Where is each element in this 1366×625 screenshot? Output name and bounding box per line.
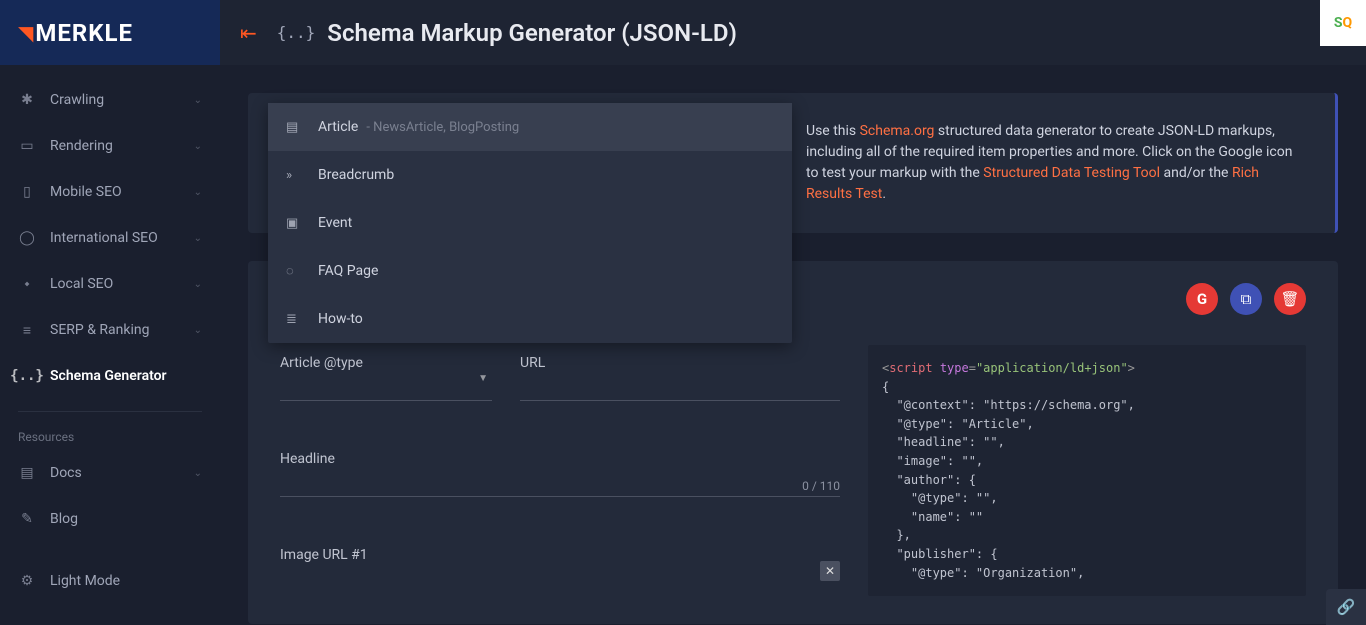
- nav-label: Crawling: [50, 92, 104, 108]
- braces-icon: {..}: [277, 23, 316, 42]
- field-label: Image URL #1: [280, 547, 840, 569]
- chevron-down-icon: ▼: [478, 373, 488, 384]
- mobile-icon: ▯: [18, 183, 36, 201]
- pencil-icon: ✎: [18, 510, 36, 528]
- sidebar-item-international-seo[interactable]: ◯ International SEO ⌄: [0, 215, 220, 261]
- nav-label: Mobile SEO: [50, 184, 122, 200]
- field-label: Article @type: [280, 355, 492, 377]
- sidebar-item-rendering[interactable]: ▭ Rendering ⌄: [0, 123, 220, 169]
- field-label: Headline: [280, 451, 840, 473]
- link-badge[interactable]: 🔗: [1326, 589, 1366, 625]
- docs-icon: ▤: [18, 464, 36, 482]
- sdtt-link[interactable]: Structured Data Testing Tool: [983, 165, 1160, 181]
- option-label: Event: [318, 215, 352, 231]
- list-icon: ≡: [18, 321, 36, 339]
- globe-icon: ◯: [18, 229, 36, 247]
- nav-label: Local SEO: [50, 276, 113, 292]
- resources-header: Resources: [0, 424, 220, 450]
- chevron-down-icon: ⌄: [194, 187, 202, 198]
- sidebar: ◥ MERKLE ✱ Crawling ⌄ ▭ Rendering ⌄ ▯ Mo…: [0, 0, 220, 625]
- headline-field[interactable]: Headline 0 / 110: [280, 451, 840, 497]
- dropdown-option-article[interactable]: ▤ Article - NewsArticle, BlogPosting: [268, 103, 792, 151]
- calendar-icon: ▣: [286, 216, 304, 231]
- sq-badge[interactable]: SQ: [1320, 0, 1366, 46]
- main-content: Which Schema.org markup would you like t…: [220, 65, 1366, 625]
- google-test-button[interactable]: G: [1186, 283, 1218, 315]
- delete-button[interactable]: 🗑: [1274, 283, 1306, 315]
- select-input[interactable]: [280, 377, 492, 401]
- chevron-down-icon: ⌄: [194, 95, 202, 106]
- bug-icon: ✱: [18, 91, 36, 109]
- chevron-down-icon: ⌄: [194, 233, 202, 244]
- collapse-sidebar-button[interactable]: ⇤: [240, 21, 257, 45]
- logo[interactable]: ◥ MERKLE: [0, 0, 220, 65]
- copy-button[interactable]: ⧉: [1230, 283, 1262, 315]
- option-sublabel: - NewsArticle, BlogPosting: [366, 120, 519, 135]
- article-type-field[interactable]: Article @type ▼: [280, 355, 492, 401]
- dropdown-option-event[interactable]: ▣ Event: [268, 199, 792, 247]
- sidebar-item-local-seo[interactable]: ⬩ Local SEO ⌄: [0, 261, 220, 307]
- nav-label: Light Mode: [50, 573, 120, 589]
- option-label: Breadcrumb: [318, 167, 394, 183]
- pin-icon: ⬩: [18, 275, 36, 293]
- url-field[interactable]: URL: [520, 355, 840, 401]
- logo-accent-icon: ◥: [18, 21, 33, 45]
- monitor-icon: ▭: [18, 137, 36, 155]
- sidebar-item-crawling[interactable]: ✱ Crawling ⌄: [0, 77, 220, 123]
- chevron-down-icon: ⌄: [194, 141, 202, 152]
- nav-label: International SEO: [50, 230, 158, 246]
- dropdown-option-breadcrumb[interactable]: » Breadcrumb: [268, 151, 792, 199]
- article-icon: ▤: [286, 120, 304, 135]
- dropdown-option-faq[interactable]: ◌ FAQ Page: [268, 247, 792, 295]
- sidebar-item-serp-ranking[interactable]: ≡ SERP & Ranking ⌄: [0, 307, 220, 353]
- schema-type-dropdown: ▤ Article - NewsArticle, BlogPosting » B…: [268, 103, 792, 343]
- page-title: Schema Markup Generator (JSON-LD): [327, 19, 737, 47]
- dropdown-option-howto[interactable]: ≣ How-to: [268, 295, 792, 343]
- breadcrumb-icon: »: [286, 168, 304, 183]
- header: ⇤ {..} Schema Markup Generator (JSON-LD): [220, 0, 1366, 65]
- output-actions: G ⧉ 🗑: [1186, 283, 1306, 315]
- nav-divider: [18, 411, 202, 412]
- logo-text: MERKLE: [35, 19, 133, 47]
- sidebar-item-mobile-seo[interactable]: ▯ Mobile SEO ⌄: [0, 169, 220, 215]
- intro-description: Use this Schema.org structured data gene…: [790, 121, 1303, 205]
- remove-field-button[interactable]: ✕: [820, 561, 840, 581]
- braces-icon: {..}: [18, 367, 36, 385]
- text-input[interactable]: [520, 377, 840, 401]
- nav: ✱ Crawling ⌄ ▭ Rendering ⌄ ▯ Mobile SEO …: [0, 65, 220, 604]
- list-icon: ≣: [286, 312, 304, 327]
- gear-icon: ⚙: [18, 572, 36, 590]
- schema-org-link[interactable]: Schema.org: [860, 123, 935, 139]
- option-label: Article: [318, 119, 358, 135]
- sidebar-item-docs[interactable]: ▤ Docs ⌄: [0, 450, 220, 496]
- nav-label: Schema Generator: [50, 368, 167, 384]
- nav-label: SERP & Ranking: [50, 322, 149, 338]
- code-output-area: G ⧉ 🗑 <script type="application/ld+json"…: [840, 289, 1306, 596]
- chevron-down-icon: ⌄: [194, 279, 202, 290]
- intro-panel: Which Schema.org markup would you like t…: [248, 93, 1338, 233]
- image-url-field[interactable]: Image URL #1 ✕: [280, 547, 840, 569]
- text-input[interactable]: [280, 473, 840, 497]
- nav-label: Docs: [50, 465, 82, 481]
- sidebar-item-schema-generator[interactable]: {..} Schema Generator: [0, 353, 220, 399]
- sidebar-item-blog[interactable]: ✎ Blog: [0, 496, 220, 542]
- option-label: FAQ Page: [318, 263, 378, 279]
- option-label: How-to: [318, 311, 363, 327]
- nav-label: Blog: [50, 511, 78, 527]
- question-icon: ◌: [286, 263, 304, 279]
- sidebar-item-light-mode[interactable]: ⚙ Light Mode: [0, 558, 220, 604]
- char-counter: 0 / 110: [802, 479, 840, 493]
- field-label: URL: [520, 355, 840, 377]
- chevron-down-icon: ⌄: [194, 325, 202, 336]
- nav-label: Rendering: [50, 138, 113, 154]
- jsonld-code-output[interactable]: <script type="application/ld+json"> { "@…: [868, 345, 1306, 596]
- chevron-down-icon: ⌄: [194, 468, 202, 479]
